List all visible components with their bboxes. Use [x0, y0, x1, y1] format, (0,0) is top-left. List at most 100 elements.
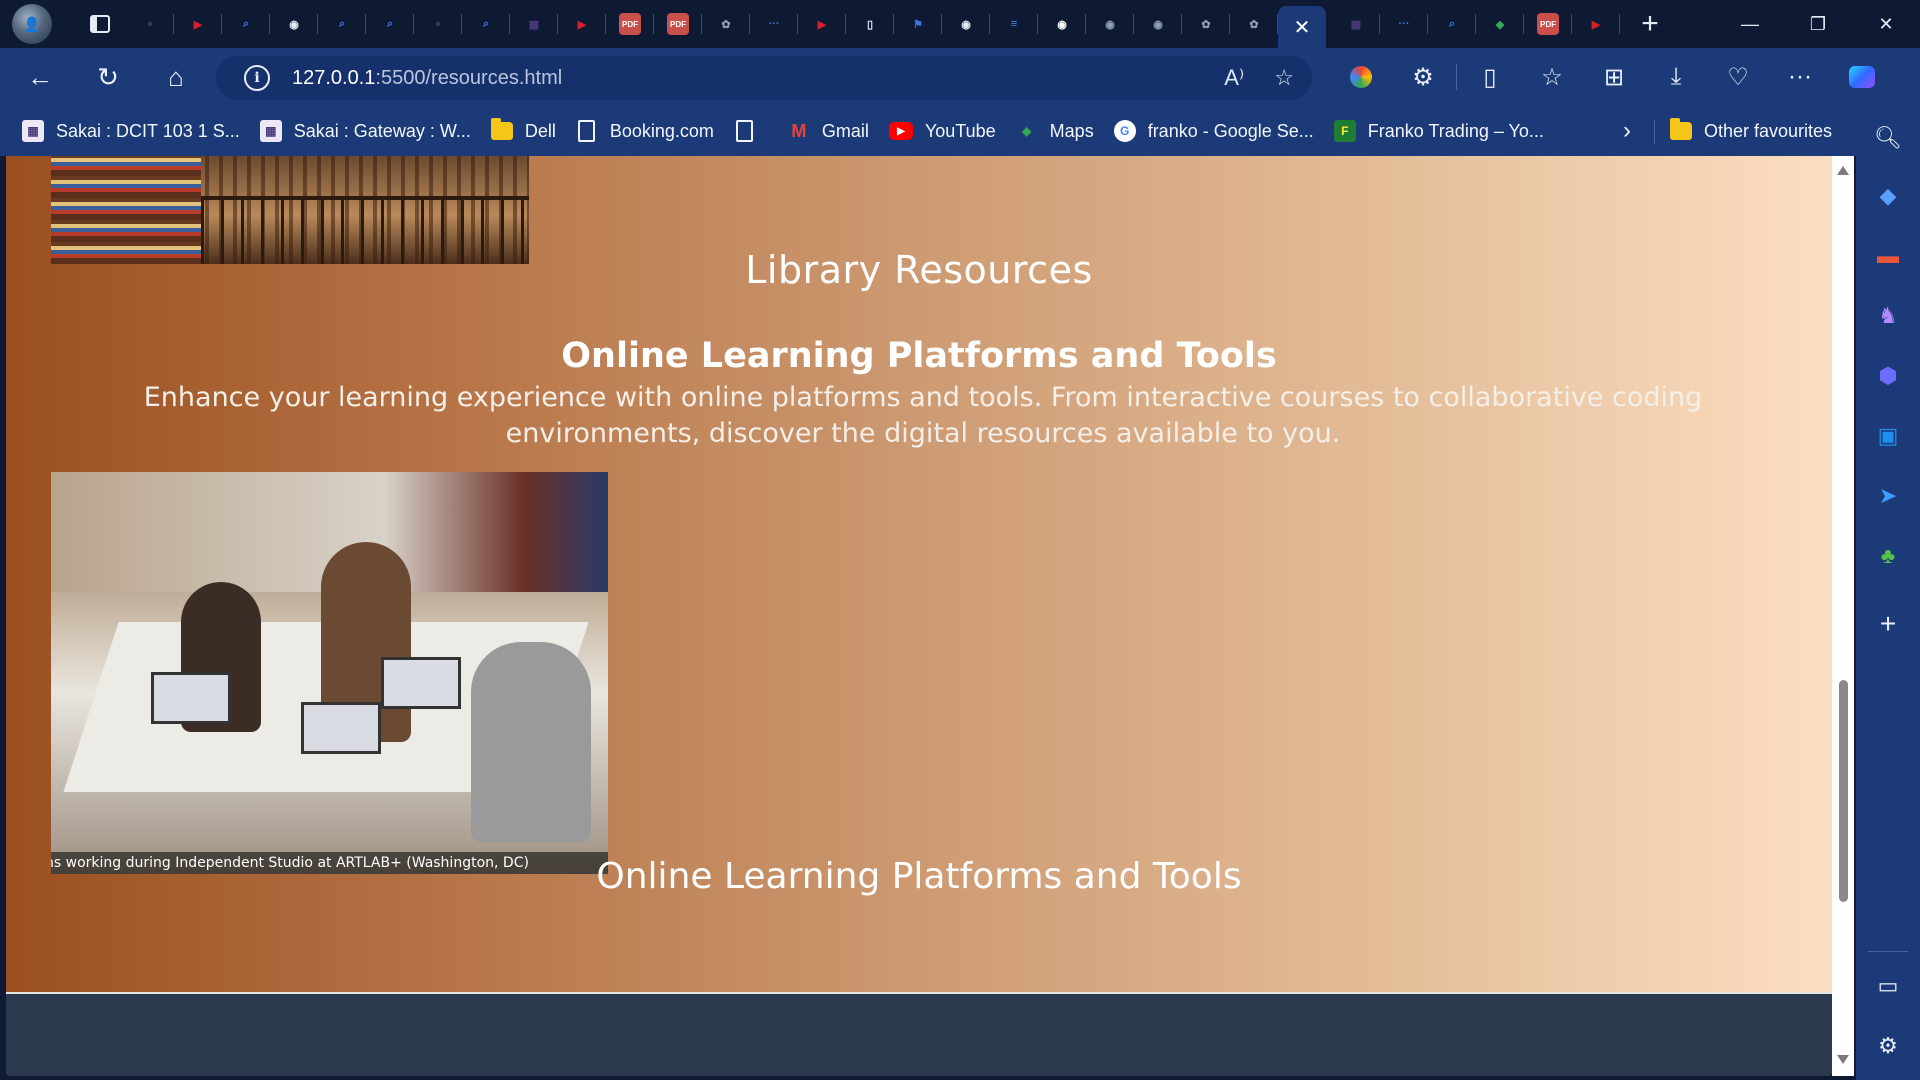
page-scrollbar[interactable] [1832, 156, 1854, 1076]
tab[interactable]: ◉ [1086, 4, 1134, 44]
favorite-star-icon[interactable]: ☆ [1274, 65, 1294, 91]
tab[interactable]: ● [126, 4, 174, 44]
tools-briefcase-icon[interactable]: ▬ [1872, 240, 1904, 272]
tab[interactable]: PDF [1524, 4, 1572, 44]
favorites-icon[interactable]: ☆ [1521, 55, 1583, 99]
tab[interactable]: ▶ [558, 4, 606, 44]
tab-actions-menu-icon[interactable] [80, 4, 120, 44]
address-url[interactable]: 127.0.0.1:5500/resources.html [292, 67, 562, 90]
downloads-icon[interactable]: ⤓ [1645, 55, 1707, 99]
shopping-tag-icon[interactable]: ◆ [1872, 180, 1904, 212]
docs-icon: ≡ [1010, 18, 1018, 30]
back-icon[interactable]: ← [14, 55, 66, 99]
games-chess-icon[interactable]: ♞ [1872, 300, 1904, 332]
google-icon: G [1113, 120, 1136, 142]
tab[interactable]: ▶ [174, 4, 222, 44]
pdf-icon: PDF [619, 13, 641, 35]
tab[interactable]: ▦ [1332, 4, 1380, 44]
bookmark-item[interactable]: Dell [481, 113, 566, 149]
close-window-icon[interactable]: ✕ [1852, 0, 1920, 48]
bookmark-label: Franko Trading – Yo... [1367, 120, 1544, 141]
page-content: Library Resources Online Learning Platfo… [6, 156, 1832, 992]
folder-icon [1670, 118, 1692, 142]
platforms-heading: Online Learning Platforms and Tools [561, 336, 1277, 376]
bookmark-item[interactable]: M Gmail [778, 113, 879, 149]
tab[interactable]: ● [414, 4, 462, 44]
tab[interactable]: ··· [1380, 4, 1428, 44]
read-aloud-icon[interactable]: A⁾ [1224, 65, 1244, 91]
bookmark-item[interactable]: ◆ Maps [1006, 113, 1104, 149]
tab[interactable]: PDF [606, 4, 654, 44]
close-tab-icon[interactable]: ✕ [1294, 15, 1311, 40]
tab[interactable]: ✿ [1230, 4, 1278, 44]
extension-colorful-icon[interactable] [1330, 55, 1392, 99]
scroll-up-arrow-icon[interactable] [1837, 166, 1849, 175]
tab[interactable]: ⌕ [1428, 4, 1476, 44]
tab[interactable]: ⌕ [222, 4, 270, 44]
minimize-icon[interactable]: — [1716, 0, 1784, 48]
sidebar-settings-icon[interactable]: ⚙ [1872, 1030, 1904, 1062]
performance-icon[interactable]: ♡ [1707, 55, 1769, 99]
tab[interactable]: ··· [750, 4, 798, 44]
collections-icon[interactable]: ⊞ [1583, 55, 1645, 99]
tab[interactable]: ▶ [798, 4, 846, 44]
search-icon: ⌕ [338, 17, 346, 30]
document-icon [734, 120, 756, 142]
openai-icon: ✿ [1249, 18, 1259, 31]
tab-active[interactable]: ✕ [1278, 6, 1326, 48]
openai-icon: ✿ [721, 18, 731, 31]
refresh-icon[interactable]: ↻ [82, 55, 134, 99]
tab[interactable]: ▯ [846, 4, 894, 44]
bookmark-item[interactable]: ▦ Sakai : DCIT 103 1 S... [12, 113, 250, 149]
tab[interactable]: ◆ [1476, 4, 1524, 44]
add-sidebar-app-icon[interactable]: + [1872, 608, 1904, 640]
address-bar[interactable]: i 127.0.0.1:5500/resources.html A⁾ ☆ [216, 56, 1312, 100]
tree-icon[interactable]: ♣ [1872, 540, 1904, 572]
extensions-icon[interactable]: ⚙ [1392, 55, 1454, 99]
split-screen-icon[interactable]: ▯ [1459, 55, 1521, 99]
bookmark-item[interactable]: Booking.com [566, 113, 724, 149]
site-info-icon[interactable]: i [244, 65, 270, 91]
search-icon[interactable]: 🔍︎ [1872, 122, 1904, 154]
scroll-down-arrow-icon[interactable] [1837, 1055, 1849, 1064]
studio-image: ns working during Independent Studio at … [51, 472, 608, 874]
gmail-icon: M [791, 120, 807, 141]
tab[interactable]: PDF [654, 4, 702, 44]
page-footer [6, 992, 1832, 1076]
restore-icon[interactable]: ❐ [1784, 0, 1852, 48]
tab[interactable]: ⚑ [894, 4, 942, 44]
profile-avatar-icon[interactable]: 👤 [12, 4, 52, 44]
tab[interactable]: ✿ [702, 4, 750, 44]
hide-sidebar-icon[interactable]: ▭ [1872, 970, 1904, 1002]
copilot-icon[interactable] [1831, 55, 1893, 99]
bookmark-item[interactable] [724, 113, 778, 149]
more-menu-icon[interactable]: ··· [1769, 55, 1831, 99]
microsoft-365-icon[interactable]: ⬢ [1872, 360, 1904, 392]
github-icon: ◉ [961, 18, 971, 31]
tab[interactable]: ◉ [942, 4, 990, 44]
tab[interactable]: ◉ [1038, 4, 1086, 44]
new-tab-button[interactable]: + [1626, 4, 1674, 44]
tab[interactable]: ⌕ [366, 4, 414, 44]
tab[interactable]: ▶ [1572, 4, 1620, 44]
tab[interactable]: ◉ [270, 4, 318, 44]
tab[interactable]: ≡ [990, 4, 1038, 44]
sakai-icon: ▦ [1350, 18, 1362, 31]
tab[interactable]: ⌕ [318, 4, 366, 44]
sakai-icon: ▦ [22, 120, 44, 142]
bookmark-item[interactable]: Gfranko - Google Se... [1104, 113, 1324, 149]
tab[interactable]: ◉ [1134, 4, 1182, 44]
tab[interactable]: ⌕ [462, 4, 510, 44]
drop-send-icon[interactable]: ➤ [1872, 480, 1904, 512]
tab[interactable]: ✿ [1182, 4, 1230, 44]
bookmark-item[interactable]: ▶ YouTube [879, 113, 1006, 149]
bookmark-item[interactable]: ▦ Sakai : Gateway : W... [250, 113, 481, 149]
tab[interactable]: ▦ [510, 4, 558, 44]
home-icon[interactable]: ⌂ [150, 55, 202, 99]
chevron-right-icon[interactable]: › [1612, 114, 1642, 148]
outlook-icon[interactable]: ▣ [1872, 420, 1904, 452]
bookmark-item[interactable]: F Franko Trading – Yo... [1324, 113, 1554, 149]
scrollbar-thumb[interactable] [1839, 680, 1848, 902]
url-host: 127.0.0.1 [292, 66, 376, 89]
other-favourites-folder[interactable]: Other favourites [1660, 113, 1842, 149]
